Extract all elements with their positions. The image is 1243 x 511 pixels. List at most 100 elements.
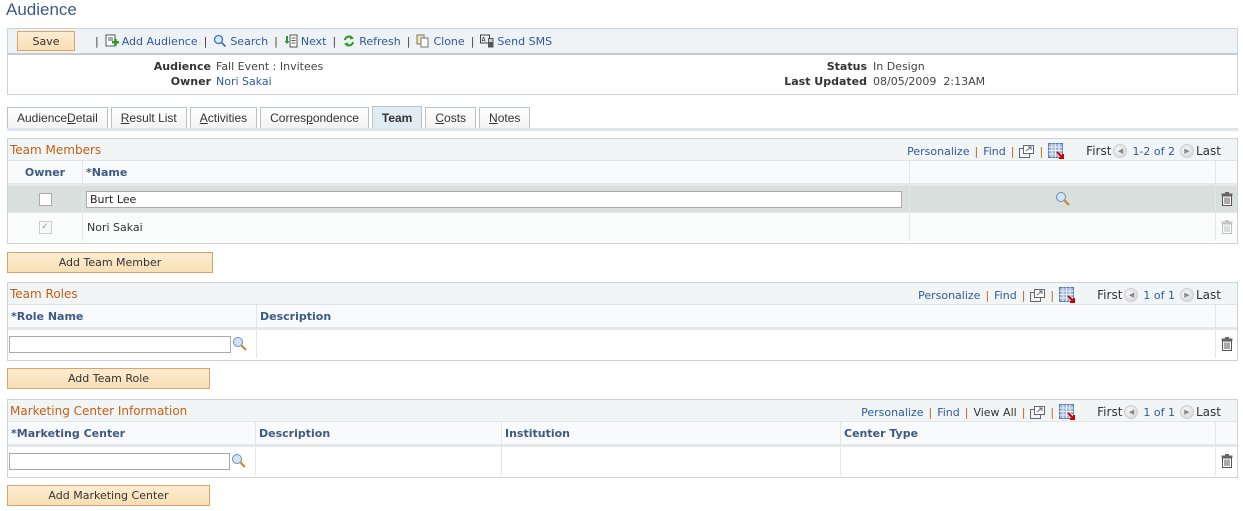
separator: |	[1021, 405, 1026, 419]
previous-icon[interactable]: ◀	[1113, 144, 1128, 158]
col-spacer	[910, 161, 1216, 183]
tab-accesskey: A	[199, 111, 208, 125]
tab-accesskey: D	[67, 111, 76, 125]
name-cell	[83, 186, 910, 212]
add-team-role-button[interactable]: Add Team Role	[7, 368, 210, 389]
send-sms-link[interactable]: A Send SMS	[480, 34, 552, 48]
delete-row-icon[interactable]	[1221, 192, 1233, 206]
marketing-center-input[interactable]	[9, 452, 230, 470]
last-updated-label: Last Updated	[784, 75, 867, 88]
previous-icon[interactable]: ◀	[1124, 405, 1139, 419]
lookup-icon[interactable]	[231, 453, 247, 469]
add-audience-link[interactable]: Add Audience	[105, 34, 198, 48]
send-sms-label: Send SMS	[497, 34, 553, 48]
delete-row-icon[interactable]	[1221, 337, 1233, 351]
next-row-icon[interactable]: ▶	[1180, 288, 1194, 302]
next-row-icon[interactable]: ▶	[1180, 405, 1194, 419]
col-owner[interactable]: Owner	[8, 161, 83, 183]
new-window-icon[interactable]	[1030, 405, 1046, 419]
download-spreadsheet-icon[interactable]	[1059, 404, 1076, 420]
tab-audience-detail[interactable]: Audience Detail	[7, 107, 108, 128]
personalize-link[interactable]: Personalize	[861, 406, 923, 419]
lookup-cell	[910, 186, 1216, 212]
personalize-link[interactable]: Personalize	[907, 145, 969, 158]
tab-team[interactable]: Team	[371, 106, 423, 128]
table-row[interactable]: ✓ Nori Sakai	[8, 213, 1237, 241]
download-spreadsheet-icon[interactable]	[1048, 143, 1065, 159]
lookup-icon[interactable]	[1055, 191, 1071, 207]
role-name-input[interactable]	[9, 335, 231, 353]
first-label[interactable]: First	[1097, 405, 1122, 419]
clone-link[interactable]: Clone	[416, 34, 465, 48]
status-value: In Design	[873, 60, 925, 73]
page-title: Audience	[6, 0, 77, 19]
next-row-icon[interactable]: ▶	[1180, 144, 1194, 158]
owner-checkbox[interactable]	[38, 192, 52, 206]
table-row[interactable]	[8, 447, 1237, 475]
col-description[interactable]: Description	[256, 422, 502, 444]
next-label: Next	[300, 34, 327, 48]
name-input[interactable]	[86, 190, 902, 208]
new-window-icon[interactable]	[1030, 288, 1046, 302]
add-marketing-center-button[interactable]: Add Marketing Center	[7, 485, 210, 506]
separator: |	[1050, 288, 1055, 302]
download-spreadsheet-icon[interactable]	[1059, 287, 1076, 303]
add-team-member-button[interactable]: Add Team Member	[7, 252, 213, 273]
first-label[interactable]: First	[1086, 144, 1111, 158]
view-all-link[interactable]: View All	[973, 406, 1016, 419]
last-label[interactable]: Last	[1196, 144, 1221, 158]
tab-label: Audience	[17, 111, 68, 125]
col-role-name[interactable]: *Role Name	[8, 305, 257, 327]
new-window-icon[interactable]	[1019, 144, 1035, 158]
add-document-icon	[105, 34, 119, 47]
previous-icon[interactable]: ◀	[1124, 288, 1139, 302]
separator: |	[470, 34, 475, 48]
col-institution[interactable]: Institution	[502, 422, 841, 444]
delete-cell	[1216, 447, 1237, 475]
tab-accesskey: R	[120, 111, 130, 125]
search-link[interactable]: Search	[213, 34, 268, 48]
row-count: 1 of 1	[1143, 288, 1175, 302]
tab-activities[interactable]: Activities	[189, 107, 258, 128]
separator: |	[95, 34, 99, 48]
separator: |	[274, 34, 278, 48]
personalize-link[interactable]: Personalize	[918, 289, 980, 302]
separator: |	[1050, 405, 1055, 419]
separator: |	[985, 288, 990, 302]
table-row[interactable]	[8, 330, 1237, 358]
lookup-cell	[910, 213, 1216, 241]
tab-result-list[interactable]: Result List	[110, 107, 187, 128]
last-label[interactable]: Last	[1196, 288, 1221, 302]
find-link[interactable]: Find	[994, 289, 1017, 302]
grid-navigation: Personalize | Find | | First ◀ 1-2 of 2 …	[907, 143, 1221, 159]
column-header-row: Owner *Name	[8, 161, 1237, 186]
tab-notes[interactable]: Notes	[479, 107, 531, 128]
tab-bar: Audience Detail Result List Activities C…	[7, 106, 533, 128]
separator: |	[1039, 144, 1044, 158]
grid-title-bar: Marketing Center Information Personalize…	[8, 400, 1237, 422]
delete-row-icon	[1221, 220, 1232, 234]
lookup-icon[interactable]	[232, 336, 248, 352]
next-link[interactable]: Next	[284, 34, 327, 48]
team-members-title: Team Members	[10, 143, 102, 157]
find-link[interactable]: Find	[983, 145, 1006, 158]
tab-label: Corres	[270, 111, 307, 125]
col-marketing-center[interactable]: *Marketing Center	[8, 422, 256, 444]
save-button[interactable]: Save	[17, 31, 75, 51]
tab-correspondence[interactable]: Corres p ondence	[260, 107, 369, 128]
col-name[interactable]: *Name	[83, 161, 910, 183]
tab-costs[interactable]: Costs	[425, 107, 477, 128]
col-center-type[interactable]: Center Type	[841, 422, 1216, 444]
col-description[interactable]: Description	[257, 305, 1216, 327]
owner-label: Owner	[170, 75, 211, 88]
delete-row-icon[interactable]	[1221, 454, 1233, 468]
last-label[interactable]: Last	[1196, 405, 1221, 419]
refresh-link[interactable]: Refresh	[342, 34, 401, 48]
team-roles-title: Team Roles	[10, 287, 78, 301]
separator: |	[974, 144, 979, 158]
table-row[interactable]	[8, 186, 1237, 213]
tab-underline	[7, 128, 1238, 131]
separator: |	[1021, 288, 1026, 302]
find-link[interactable]: Find	[937, 406, 960, 419]
first-label[interactable]: First	[1097, 288, 1122, 302]
